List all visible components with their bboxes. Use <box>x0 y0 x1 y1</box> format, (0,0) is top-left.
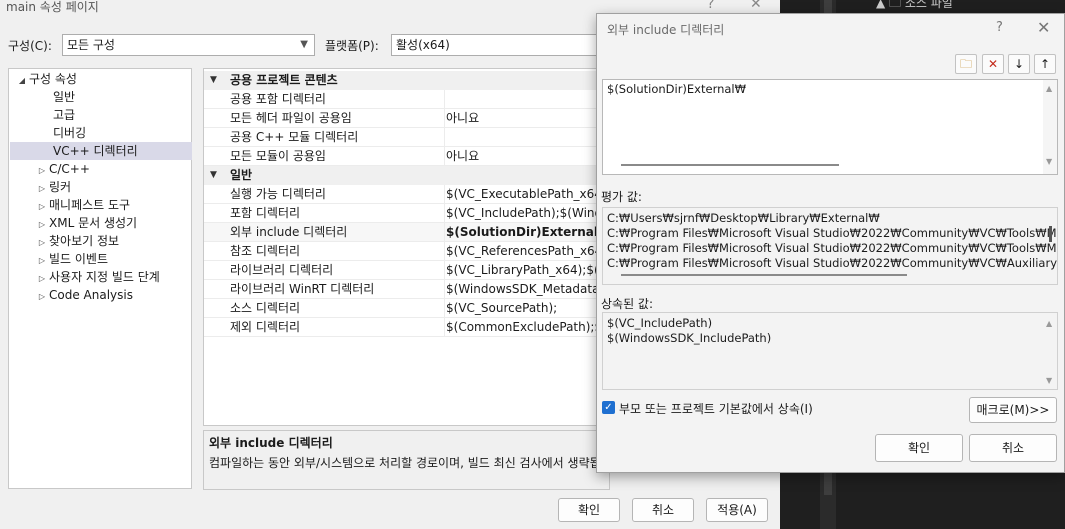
inherited-value-list: $(VC_IncludePath) $(WindowsSDK_IncludePa… <box>602 312 1058 390</box>
move-down-icon[interactable]: ↓ <box>1008 54 1030 74</box>
grid-row[interactable]: 모든 모듈이 공용임 아니요 <box>204 147 609 166</box>
scroll-down-icon: ▼ <box>1046 157 1053 166</box>
property-grid[interactable]: ▼ 공용 프로젝트 콘텐츠 공용 포함 디렉터리 모든 헤더 파일이 공용임 아니요… <box>203 68 610 426</box>
inherit-checkbox-label[interactable]: 부모 또는 프로젝트 기본값에서 상속(I) <box>619 400 813 417</box>
move-up-icon[interactable]: ↑ <box>1034 54 1056 74</box>
inherited-line: $(WindowsSDK_IncludePath) <box>607 331 772 345</box>
grid-category-public-project-content[interactable]: ▼ 공용 프로젝트 콘텐츠 <box>204 71 609 90</box>
tree-item-general[interactable]: 일반 <box>53 88 75 106</box>
tree-item-manifest-tool[interactable]: ▷ 매니페스트 도구 <box>35 196 130 214</box>
tree-item-vc-directories[interactable]: VC++ 디렉터리 <box>10 142 192 160</box>
chevron-down-icon: ▼ <box>300 39 308 50</box>
grid-row[interactable]: 제외 디렉터리$(CommonExcludePath);$(VC_Exe <box>204 318 609 337</box>
grid-row[interactable]: 공용 포함 디렉터리 <box>204 90 609 109</box>
tree-item-cpp[interactable]: ▷ C/C++ <box>35 160 90 178</box>
evaluated-line: C:₩Program Files₩Microsoft Visual Studio… <box>607 241 1058 255</box>
vertical-scrollbar[interactable]: ▲ ▼ <box>1043 80 1057 174</box>
evaluated-value-list: C:₩Users₩sjrnf₩Desktop₩Library₩External₩… <box>602 207 1058 285</box>
description-text: 컴파일하는 동안 외부/시스템으로 처리할 경로이며, 빌드 최신 검사에서 생… <box>209 456 610 470</box>
close-icon[interactable]: ✕ <box>1037 18 1050 37</box>
directory-entry[interactable]: $(SolutionDir)External₩ <box>603 80 1057 99</box>
platform-select[interactable]: 활성(x64) <box>391 34 601 56</box>
help-icon[interactable]: ? <box>996 20 1003 35</box>
property-tree[interactable]: ◢ 구성 속성 일반 고급 디버깅 VC++ 디렉터리 ▷ C/C++ ▷ 링커 ▷ 매… <box>8 68 192 489</box>
grid-row[interactable]: 참조 디렉터리 $(VC_ReferencesPath_x64); <box>204 242 609 261</box>
grid-row[interactable]: 라이브러리 디렉터리$(VC_LibraryPath_x64);$(Window <box>204 261 609 280</box>
help-icon[interactable]: ? <box>707 0 714 12</box>
directory-list[interactable]: $(SolutionDir)External₩ ▲ ▼ <box>602 79 1058 175</box>
inherited-line: $(VC_IncludePath) <box>607 316 713 330</box>
external-include-dialog: 외부 include 디렉터리 ? ✕ 🗀 ✕ ↓ ↑ $(SolutionDi… <box>596 13 1065 473</box>
horizontal-scrollbar[interactable] <box>621 164 839 166</box>
grid-category-general[interactable]: ▼ 일반 <box>204 166 609 185</box>
grid-row-selected[interactable]: 외부 include 디렉터리$(SolutionDir)External₩;$… <box>204 223 609 242</box>
scroll-down-icon: ▼ <box>1046 376 1053 385</box>
collapse-icon[interactable]: ◢ <box>15 72 29 90</box>
close-icon[interactable]: ✕ <box>750 0 762 12</box>
evaluated-value-label: 평가 값: <box>601 190 642 204</box>
inherit-checkbox[interactable]: ✓ <box>602 401 615 414</box>
tree-item-advanced[interactable]: 고급 <box>53 106 75 124</box>
window-title: main 속성 페이지 <box>6 0 99 14</box>
new-folder-icon[interactable]: 🗀 <box>955 54 977 74</box>
expand-icon: ▷ <box>38 292 46 301</box>
evaluated-line: C:₩Program Files₩Microsoft Visual Studio… <box>607 256 1058 270</box>
tree-item-xml-doc-generator[interactable]: ▷ XML 문서 생성기 <box>35 214 137 232</box>
grid-row[interactable]: 라이브러리 WinRT 디렉터리$(WindowsSDK_MetadataPat… <box>204 280 609 299</box>
configuration-select[interactable]: 모든 구성 ▼ <box>62 34 315 56</box>
tree-item-build-events[interactable]: ▷ 빌드 이벤트 <box>35 250 108 268</box>
chevron-down-icon: ▼ <box>210 170 217 180</box>
grid-row[interactable]: 소스 디렉터리 $(VC_SourcePath); <box>204 299 609 318</box>
platform-value: 활성(x64) <box>396 38 450 52</box>
scroll-up-icon: ▲ <box>1046 84 1053 93</box>
dialog-cancel-button[interactable]: 취소 <box>969 434 1057 462</box>
delete-icon[interactable]: ✕ <box>982 54 1004 74</box>
chevron-down-icon: ▼ <box>210 75 217 85</box>
ok-button[interactable]: 확인 <box>558 498 620 522</box>
description-title: 외부 include 디렉터리 <box>209 436 333 450</box>
grid-row[interactable]: 포함 디렉터리$(VC_IncludePath);$(WindowsSDK <box>204 204 609 223</box>
platform-label: 플랫폼(P): <box>325 39 379 53</box>
tree-item-custom-build-step[interactable]: ▷ 사용자 지정 빌드 단계 <box>35 268 160 286</box>
tree-item-code-analysis[interactable]: ▷ Code Analysis <box>35 286 133 304</box>
tree-item-linker[interactable]: ▷ 링커 <box>35 178 71 196</box>
evaluated-line: C:₩Program Files₩Microsoft Visual Studio… <box>607 226 1058 240</box>
vertical-scrollbar-thumb[interactable] <box>1049 226 1052 242</box>
cancel-button[interactable]: 취소 <box>632 498 694 522</box>
configuration-value: 모든 구성 <box>67 38 115 52</box>
configuration-label: 구성(C): <box>8 39 52 53</box>
grid-row[interactable]: 실행 가능 디렉터리$(VC_ExecutablePath_x64);$(Win <box>204 185 609 204</box>
apply-button[interactable]: 적용(A) <box>706 498 768 522</box>
scroll-up-icon: ▲ <box>1046 319 1053 328</box>
tree-item-debugging[interactable]: 디버깅 <box>53 124 86 142</box>
dialog-ok-button[interactable]: 확인 <box>875 434 963 462</box>
tree-root-configuration-properties[interactable]: ◢ 구성 속성 <box>15 70 77 88</box>
tree-item-browse-info[interactable]: ▷ 찾아보기 정보 <box>35 232 119 250</box>
grid-row[interactable]: 공용 C++ 모듈 디렉터리 <box>204 128 609 147</box>
dialog-title: 외부 include 디렉터리 <box>607 23 725 37</box>
grid-row[interactable]: 모든 헤더 파일이 공용임 아니요 <box>204 109 609 128</box>
macros-button[interactable]: 매크로(M)>> <box>969 397 1057 423</box>
inherited-value-label: 상속된 값: <box>601 297 654 311</box>
property-description: 외부 include 디렉터리 컴파일하는 동안 외부/시스템으로 처리할 경로… <box>203 430 610 490</box>
vertical-scrollbar[interactable]: ▲ ▼ <box>1043 313 1057 389</box>
evaluated-line: C:₩Users₩sjrnf₩Desktop₩Library₩External₩ <box>607 211 880 225</box>
horizontal-scrollbar[interactable] <box>621 274 907 276</box>
